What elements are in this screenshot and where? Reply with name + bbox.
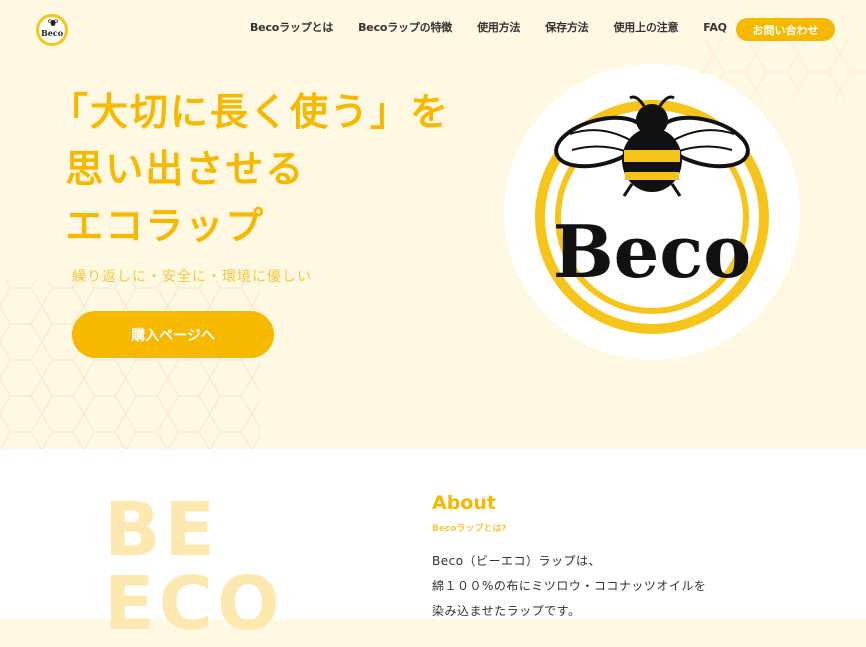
nav-features[interactable]: Becoラップの特徴 — [358, 19, 452, 35]
contact-button[interactable]: お問い合わせ — [736, 18, 835, 41]
main-nav: Becoラップとは Becoラップの特徴 使用方法 保存方法 使用上の注意 FA… — [250, 19, 752, 35]
hero-title-line3: エコラップ — [50, 204, 266, 248]
about-background-line2: ECO — [104, 561, 284, 647]
site-logo[interactable]: Beco — [36, 14, 68, 46]
about-text: Beco（ビーエコ）ラップは、 綿１００%の布にミツロウ・ココナッツオイルを 染… — [432, 549, 706, 624]
site-header: Beco Becoラップとは Becoラップの特徴 使用方法 保存方法 使用上の… — [0, 0, 866, 58]
hero-title: 「大切に長く使う」を 思い出させる エコラップ — [50, 84, 450, 255]
beco-logo-text: Beco — [553, 209, 752, 294]
buy-page-button[interactable]: 購入ページへ — [72, 311, 274, 358]
about-title: About — [432, 492, 496, 514]
nav-faq[interactable]: FAQ — [703, 21, 727, 34]
hero-title-line1: 「大切に長く使う」を — [50, 90, 451, 134]
about-text-line3: 染み込ませたラップです。 — [432, 604, 581, 618]
nav-cautions[interactable]: 使用上の注意 — [613, 19, 678, 35]
bee-icon — [48, 19, 58, 26]
about-background-line1: BE — [104, 487, 219, 573]
nav-usage[interactable]: 使用方法 — [477, 19, 520, 35]
logo-text: Beco — [40, 28, 64, 38]
hero-subtitle: 繰り返しに・安全に・環境に優しい — [72, 269, 312, 285]
hero-title-line2: 思い出させる — [50, 147, 306, 191]
nav-storage[interactable]: 保存方法 — [545, 19, 588, 35]
beco-logo-image: Beco — [504, 64, 800, 360]
about-subtitle: Becoラップとは? — [432, 524, 507, 534]
nav-about[interactable]: Becoラップとは — [250, 19, 333, 35]
about-text-line2: 綿１００%の布にミツロウ・ココナッツオイルを — [432, 579, 707, 593]
about-text-line1: Beco（ビーエコ）ラップは、 — [432, 554, 602, 568]
